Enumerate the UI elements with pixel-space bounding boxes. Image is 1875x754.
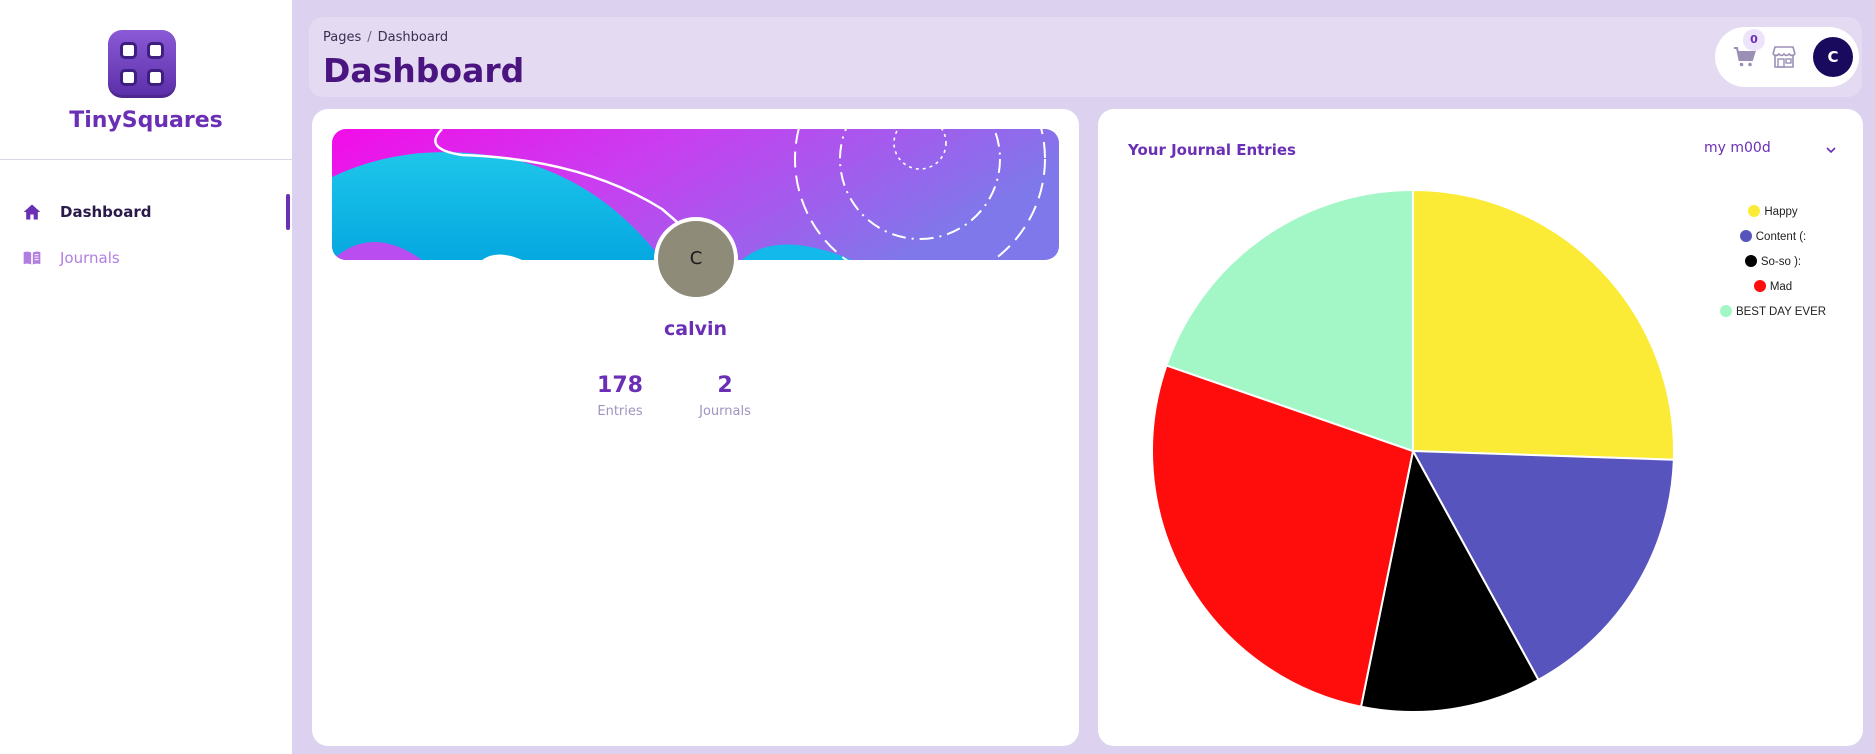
stat-value: 2 xyxy=(717,373,733,398)
sidebar: TinySquares Dashboard Journals xyxy=(0,0,292,754)
legend-item[interactable]: Happy xyxy=(1698,205,1848,225)
sidebar-divider xyxy=(0,159,292,160)
breadcrumb: Pages / Dashboard xyxy=(323,30,448,45)
stat-value: 178 xyxy=(597,373,643,398)
legend-swatch xyxy=(1753,280,1766,292)
cart-count-badge: 0 xyxy=(1743,29,1765,51)
breadcrumb-root[interactable]: Pages xyxy=(323,30,361,45)
book-icon xyxy=(23,251,41,265)
legend-item[interactable]: Content (: xyxy=(1698,230,1848,250)
profile-avatar[interactable]: C xyxy=(654,217,738,301)
page-header: Pages / Dashboard Dashboard 0 C xyxy=(309,17,1862,97)
breadcrumb-separator: / xyxy=(367,30,372,45)
legend-label: BEST DAY EVER xyxy=(1735,306,1827,318)
mood-chart-card: Your Journal Entries my m00d Happy Conten… xyxy=(1098,109,1863,746)
sidebar-item-label: Journals xyxy=(60,249,120,267)
header-toolbar: 0 C xyxy=(1715,27,1859,87)
stat-entries: 178 Entries xyxy=(575,373,665,419)
legend-item[interactable]: Mad xyxy=(1698,280,1848,300)
legend-swatch xyxy=(1744,255,1757,267)
legend-swatch xyxy=(1748,205,1761,217)
sidebar-item-label: Dashboard xyxy=(60,203,152,221)
home-icon xyxy=(23,204,41,220)
brand-name: TinySquares xyxy=(69,108,223,133)
legend-label: Happy xyxy=(1764,206,1798,218)
legend-item[interactable]: BEST DAY EVER xyxy=(1698,305,1848,325)
sidebar-item-dashboard[interactable]: Dashboard xyxy=(0,194,292,230)
sidebar-item-journals[interactable]: Journals xyxy=(0,240,292,276)
pie-slice-happy[interactable] xyxy=(1412,188,1675,461)
active-nav-indicator xyxy=(286,194,290,230)
legend-label: Mad xyxy=(1769,281,1793,293)
logo-icon[interactable] xyxy=(108,30,176,98)
store-icon[interactable] xyxy=(1771,45,1797,69)
profile-card: C calvin 178 Entries 2 Journals xyxy=(312,109,1079,746)
legend-label: Content (: xyxy=(1755,231,1807,243)
stat-label: Entries xyxy=(597,404,643,419)
legend-swatch xyxy=(1719,305,1732,317)
legend-label: So-so ): xyxy=(1760,256,1802,268)
stat-journals: 2 Journals xyxy=(680,373,770,419)
stat-label: Journals xyxy=(699,404,751,419)
page-title: Dashboard xyxy=(323,51,525,90)
breadcrumb-current: Dashboard xyxy=(377,30,449,45)
profile-name: calvin xyxy=(663,318,728,340)
legend-item[interactable]: So-so ): xyxy=(1698,255,1848,275)
legend-swatch xyxy=(1739,230,1752,242)
user-avatar[interactable]: C xyxy=(1813,37,1853,77)
